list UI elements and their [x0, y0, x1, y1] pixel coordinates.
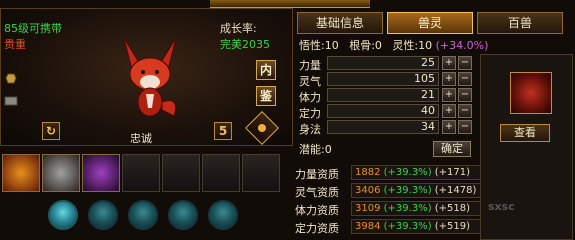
lingxing-text: 灵性:10 — [392, 39, 433, 52]
decrease-button[interactable]: − — [458, 120, 472, 134]
increase-button[interactable]: + — [442, 120, 456, 134]
spirit-orb-slot[interactable] — [44, 196, 82, 234]
spirit-orb-slot[interactable] — [164, 196, 202, 234]
appraise-button[interactable]: 鉴 — [256, 86, 276, 106]
aptitude-value: 3406 (+39.3%) (+1478) — [351, 183, 483, 198]
carry-level-text: 85级可携带 — [4, 22, 62, 35]
skill-slot-empty[interactable] — [202, 154, 240, 192]
stat-row-stamina: 体力 21 + − — [299, 88, 479, 104]
aptitude-value: 3984 (+39.3%) (+519) — [351, 219, 483, 234]
aptitude-bonus: (+39.3%) — [383, 221, 432, 232]
rotate-left-button[interactable]: ↻ — [42, 122, 60, 140]
stat-value: 105 — [327, 72, 439, 86]
decrease-button[interactable]: − — [458, 72, 472, 86]
stat-value: 25 — [327, 56, 439, 70]
aptitude-value: 3109 (+39.3%) (+518) — [351, 201, 483, 216]
stat-label: 身法 — [299, 123, 321, 136]
aptitude-base: 3406 — [355, 185, 381, 196]
aptitude-extra: (+1478) — [434, 185, 477, 196]
increase-button[interactable]: + — [442, 56, 456, 70]
stat-label: 力量 — [299, 59, 321, 72]
skill-slot-wolf[interactable] — [42, 154, 80, 192]
money-bag-icon[interactable] — [4, 72, 18, 84]
aptitude-bonus: (+39.3%) — [383, 203, 432, 214]
aptitude-extra: (+518) — [434, 203, 471, 214]
spirit-orb-slot[interactable] — [124, 196, 162, 234]
pet-name: 忠诚 — [130, 132, 152, 145]
rotate-right-button[interactable]: 5 — [214, 122, 232, 140]
aptitude-row: 力量资质 1882 (+39.3%) (+171) — [295, 164, 485, 182]
stat-value: 40 — [327, 104, 439, 118]
stat-label: 定力 — [299, 107, 321, 120]
stat-label: 体力 — [299, 91, 321, 104]
window-title-bar — [210, 0, 370, 8]
aptitude-value: 1882 (+39.3%) (+171) — [351, 165, 483, 180]
spirit-orb-slot[interactable] — [204, 196, 242, 234]
skill-slot-fire[interactable] — [2, 154, 40, 192]
pet-equipment-slot[interactable] — [510, 72, 552, 114]
increase-button[interactable]: + — [442, 104, 456, 118]
skill-slot-empty[interactable] — [122, 154, 160, 192]
skill-row-1 — [2, 154, 280, 192]
spirit-orb-slot[interactable] — [84, 196, 122, 234]
skill-slot-vortex[interactable] — [82, 154, 120, 192]
aptitude-extra: (+171) — [434, 167, 471, 178]
stat-label: 灵气 — [299, 75, 321, 88]
stat-row-focus: 定力 40 + − — [299, 104, 479, 120]
increase-button[interactable]: + — [442, 88, 456, 102]
skill-slot-empty[interactable] — [242, 154, 280, 192]
aptitude-list: 力量资质 1882 (+39.3%) (+171) 灵气资质 3406 (+39… — [295, 164, 485, 236]
aptitude-base: 3984 — [355, 221, 381, 232]
aptitude-label: 定力资质 — [295, 222, 339, 235]
increase-button[interactable]: + — [442, 72, 456, 86]
stat-value: 34 — [327, 120, 439, 134]
tab-hundred-beasts[interactable]: 百兽 — [477, 12, 563, 34]
pet-fox-image — [123, 37, 177, 117]
aptitude-label: 力量资质 — [295, 168, 339, 181]
tab-basic-info[interactable]: 基础信息 — [297, 12, 383, 34]
aptitude-row: 定力资质 3984 (+39.3%) (+519) — [295, 218, 485, 236]
aptitude-base: 3109 — [355, 203, 381, 214]
stat-row-agility: 身法 34 + − — [299, 120, 479, 136]
stat-row-spirit: 灵气 105 + − — [299, 72, 479, 88]
aptitude-label: 灵气资质 — [295, 186, 339, 199]
confirm-button[interactable]: 确定 — [433, 141, 471, 157]
aptitude-base: 1882 — [355, 167, 381, 178]
decrease-button[interactable]: − — [458, 56, 472, 70]
tab-beast-spirit[interactable]: 兽灵 — [387, 12, 473, 34]
stat-row-strength: 力量 25 + − — [299, 56, 479, 72]
wuxing-text: 悟性:10 — [299, 39, 339, 52]
growth-value: 完美2035 — [220, 38, 270, 51]
decrease-button[interactable]: − — [458, 104, 472, 118]
inner-button[interactable]: 内 — [256, 60, 276, 80]
skill-row-2 — [44, 196, 242, 234]
tab-bar: 基础信息 兽灵 百兽 — [297, 12, 563, 34]
lingxing-bonus: (+34.0%) — [435, 39, 489, 52]
rarity-text: 贵重 — [4, 38, 26, 51]
aptitude-label: 体力资质 — [295, 204, 339, 217]
growth-label: 成长率: — [220, 22, 257, 35]
attribute-header: 悟性:10 根骨:0 灵性:10 (+34.0%) — [299, 37, 488, 53]
aptitude-bonus: (+39.3%) — [383, 167, 432, 178]
view-button[interactable]: 查看 — [500, 124, 550, 142]
stat-list: 力量 25 + − 灵气 105 + − 体力 21 + − 定力 40 + −… — [299, 56, 479, 136]
aptitude-row: 灵气资质 3406 (+39.3%) (+1478) — [295, 182, 485, 200]
skill-slot-empty[interactable] — [162, 154, 200, 192]
chest-icon[interactable] — [4, 94, 18, 106]
stat-value: 21 — [327, 88, 439, 102]
aptitude-bonus: (+39.3%) — [383, 185, 432, 196]
aptitude-row: 体力资质 3109 (+39.3%) (+518) — [295, 200, 485, 218]
potential-points: 潜能:0 — [299, 143, 332, 156]
decrease-button[interactable]: − — [458, 88, 472, 102]
gengu-text: 根骨:0 — [349, 39, 382, 52]
aptitude-extra: (+519) — [434, 221, 471, 232]
watermark-text: sxsc — [488, 200, 515, 213]
